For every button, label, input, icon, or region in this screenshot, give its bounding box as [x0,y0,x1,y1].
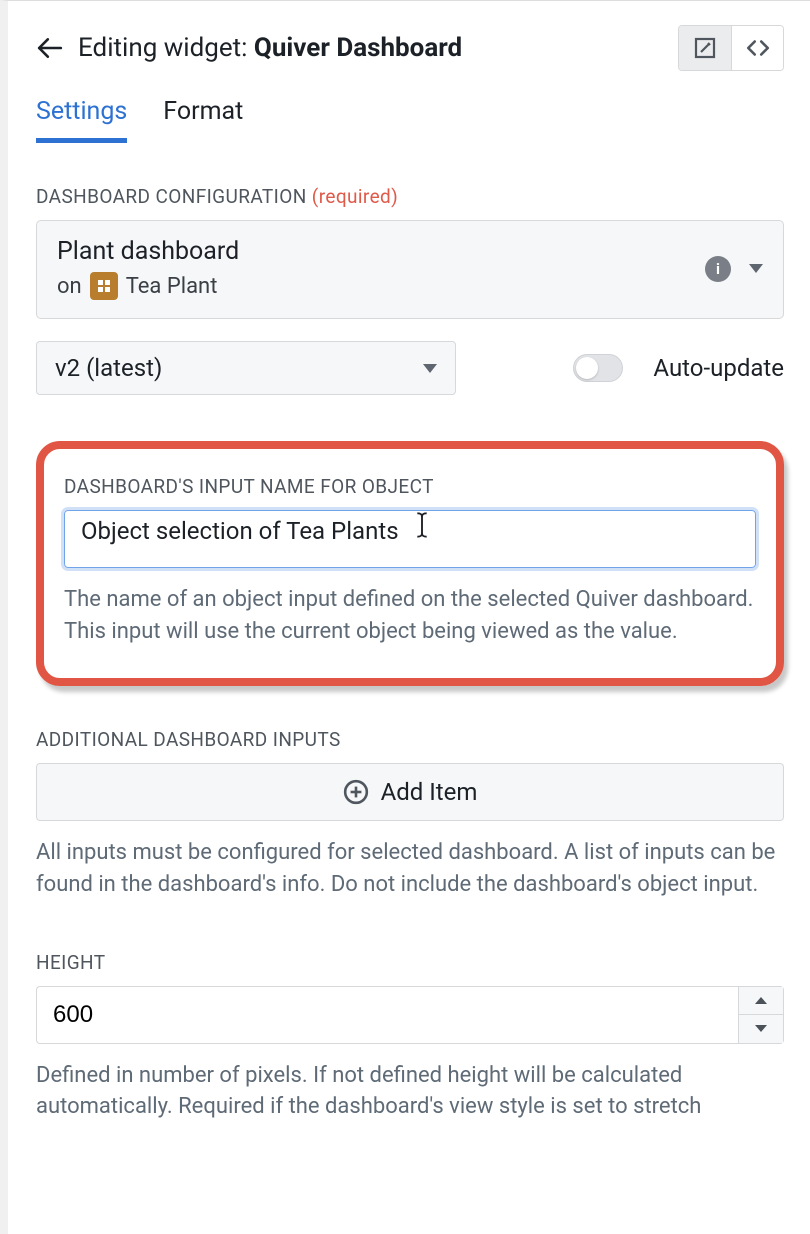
input-name-value: Object selection of Tea Plants [81,517,399,545]
page-title: Editing widget: Quiver Dashboard [78,33,664,63]
add-item-label: Add Item [381,778,478,806]
height-input[interactable] [36,986,738,1044]
tab-format[interactable]: Format [163,97,243,143]
height-help: Defined in number of pixels. If not defi… [36,1060,784,1124]
dashboard-selector[interactable]: Plant dashboard on Tea Plant i [36,220,784,319]
chevron-down-icon [755,1025,767,1032]
tab-settings[interactable]: Settings [36,97,127,143]
required-indicator: (required) [307,185,399,208]
text-cursor-icon [415,511,429,545]
version-select[interactable]: v2 (latest) [36,341,456,395]
auto-update-label: Auto-update [653,354,784,382]
back-arrow-icon[interactable] [36,34,64,62]
chevron-down-icon [423,364,437,373]
entity-type-icon [90,272,118,300]
height-section: HEIGHT Defined in number of pixels. If n… [36,951,784,1124]
stepper-down-button[interactable] [739,1014,783,1043]
height-label: HEIGHT [36,951,784,974]
input-name-help: The name of an object input defined on t… [64,584,756,648]
dashboard-config-section: DASHBOARD CONFIGURATION (required) Plant… [36,185,784,395]
highlighted-section: DASHBOARD'S INPUT NAME FOR OBJECT Object… [36,441,784,686]
additional-inputs-label: ADDITIONAL DASHBOARD INPUTS [36,728,784,751]
additional-inputs-help: All inputs must be configured for select… [36,837,784,901]
entity-name: Tea Plant [126,274,218,299]
auto-update-toggle[interactable] [573,354,623,382]
dashboard-title: Plant dashboard [57,237,687,266]
title-name: Quiver Dashboard [254,33,462,63]
input-name-field[interactable]: Object selection of Tea Plants [64,510,756,568]
edit-mode-button[interactable] [679,26,731,70]
mode-toggle [678,25,784,71]
height-stepper [738,986,784,1044]
title-prefix: Editing widget: [78,33,254,63]
additional-inputs-section: ADDITIONAL DASHBOARD INPUTS Add Item All… [36,728,784,901]
input-name-label: DASHBOARD'S INPUT NAME FOR OBJECT [64,475,756,498]
tabs: Settings Format [36,97,784,143]
dashboard-config-label: DASHBOARD CONFIGURATION (required) [36,185,784,208]
add-item-button[interactable]: Add Item [36,763,784,821]
stepper-up-button[interactable] [739,987,783,1015]
version-value: v2 (latest) [55,354,162,382]
chevron-down-icon[interactable] [749,264,763,273]
chevron-up-icon [755,997,767,1004]
info-icon[interactable]: i [705,256,731,282]
code-mode-button[interactable] [731,26,783,70]
on-prefix: on [57,274,82,299]
header: Editing widget: Quiver Dashboard [36,25,784,71]
